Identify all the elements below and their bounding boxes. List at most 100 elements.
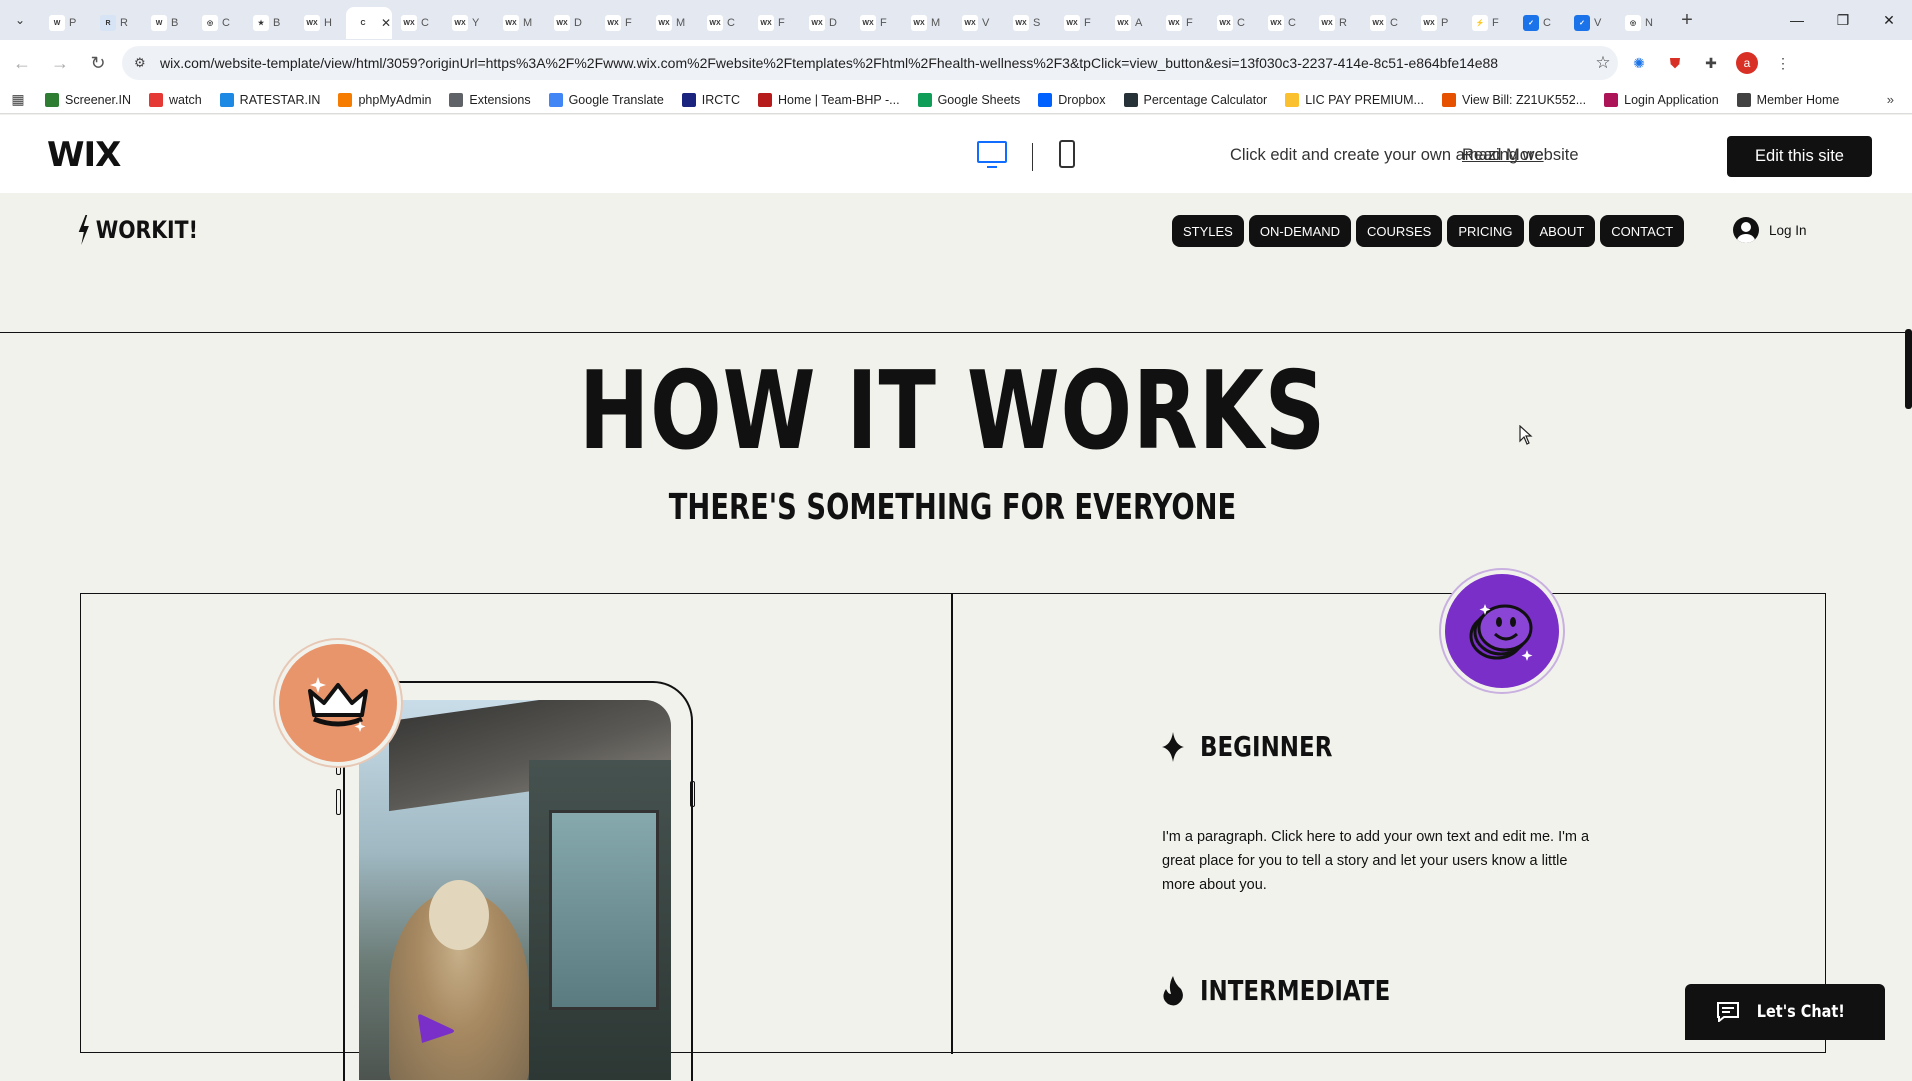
nav-item-pricing[interactable]: PRICING xyxy=(1447,215,1524,247)
browser-tab[interactable]: C ✕ xyxy=(346,7,392,39)
tab-label: F xyxy=(1492,17,1499,29)
bookmark-item[interactable]: Percentage Calculator xyxy=(1115,92,1277,107)
browser-tab[interactable]: WX D xyxy=(545,7,596,39)
bookmark-item[interactable]: Extensions xyxy=(440,92,539,107)
bookmark-favicon-icon xyxy=(449,92,464,107)
bookmark-favicon-icon xyxy=(1285,92,1300,107)
browser-tab[interactable]: WX A xyxy=(1106,7,1157,39)
browser-tab[interactable]: WX F xyxy=(1157,7,1208,39)
address-bar[interactable]: ⚙ wix.com/website-template/view/html/305… xyxy=(122,46,1618,80)
bookmark-item[interactable]: View Bill: Z21UK552... xyxy=(1433,92,1595,107)
minimize-icon[interactable]: — xyxy=(1774,0,1820,40)
video-scene-window xyxy=(549,810,659,1010)
close-window-icon[interactable]: ✕ xyxy=(1866,0,1912,40)
nav-item-contact[interactable]: CONTACT xyxy=(1600,215,1685,247)
bookmark-label: Google Translate xyxy=(568,92,664,107)
site-info-icon[interactable]: ⚙ xyxy=(134,55,150,71)
bookmark-item[interactable]: Screener.IN xyxy=(36,92,140,107)
edit-this-site-button[interactable]: Edit this site xyxy=(1727,136,1872,177)
browser-tab[interactable]: WX P xyxy=(1412,7,1463,39)
browser-tab[interactable]: WX M xyxy=(494,7,545,39)
bookmarks-bar: ▦ Screener.IN watch RATESTAR.IN phpMyAdmin E… xyxy=(0,86,1912,114)
tab-search-icon[interactable]: ⌄ xyxy=(0,0,40,40)
browser-tab[interactable]: WX F xyxy=(596,7,647,39)
play-icon[interactable] xyxy=(418,1013,458,1043)
bookmark-star-icon[interactable]: ☆ xyxy=(1588,53,1618,73)
browser-tab[interactable]: WX C xyxy=(1361,7,1412,39)
close-tab-icon[interactable]: ✕ xyxy=(381,16,391,30)
more-bookmarks-icon[interactable]: » xyxy=(1887,92,1894,107)
browser-tab[interactable]: WX M xyxy=(647,7,698,39)
browser-menu-icon[interactable]: ⋮ xyxy=(1768,48,1798,78)
browser-tab[interactable]: WX C xyxy=(1208,7,1259,39)
bookmark-item[interactable]: Dropbox xyxy=(1029,92,1114,107)
desktop-view-icon[interactable] xyxy=(977,141,1007,168)
bookmark-item[interactable]: LIC PAY PREMIUM... xyxy=(1276,92,1433,107)
url-text[interactable]: wix.com/website-template/view/html/3059?… xyxy=(160,55,1588,71)
nav-item-about[interactable]: ABOUT xyxy=(1528,215,1596,247)
browser-tab[interactable]: ✓ V xyxy=(1565,7,1616,39)
tab-label: F xyxy=(625,17,632,29)
browser-tab[interactable]: WX V xyxy=(953,7,1004,39)
tab-favicon-icon: WX xyxy=(452,15,468,31)
nav-item-on-demand[interactable]: ON-DEMAND xyxy=(1248,215,1352,247)
browser-tab[interactable]: WX H xyxy=(295,7,346,39)
new-tab-button[interactable]: + xyxy=(1671,4,1703,36)
browser-tab[interactable]: WX D xyxy=(800,7,851,39)
browser-tab[interactable]: WX F xyxy=(1055,7,1106,39)
bookmark-item[interactable]: Home | Team-BHP -... xyxy=(749,92,909,107)
browser-tab[interactable]: WP xyxy=(40,7,91,39)
tab-favicon-icon: WX xyxy=(962,15,978,31)
browser-tab[interactable]: ⚡ F xyxy=(1463,7,1514,39)
forward-icon[interactable]: → xyxy=(44,47,76,79)
bookmark-item[interactable]: phpMyAdmin xyxy=(329,92,440,107)
lets-chat-button[interactable]: Let's Chat! xyxy=(1685,984,1885,1040)
bookmark-item[interactable]: Google Translate xyxy=(540,92,673,107)
bookmark-item[interactable]: Member Home xyxy=(1728,92,1849,107)
bookmark-item[interactable]: IRCTC xyxy=(673,92,749,107)
apps-grid-icon[interactable]: ▦ xyxy=(0,91,36,108)
bookmark-item[interactable]: watch xyxy=(140,92,211,107)
browser-tab[interactable]: WX C xyxy=(1259,7,1310,39)
browser-tab[interactable]: ◎ N xyxy=(1616,7,1667,39)
nav-item-courses[interactable]: COURSES xyxy=(1356,215,1443,247)
bookmark-label: Extensions xyxy=(469,92,531,107)
flame-icon xyxy=(1163,975,1183,1005)
restore-icon[interactable]: ❐ xyxy=(1820,0,1866,40)
reload-icon[interactable]: ↻ xyxy=(82,47,114,79)
browser-tab[interactable]: RR xyxy=(91,7,142,39)
browser-tab[interactable]: ✓ C xyxy=(1514,7,1565,39)
extension-globe-icon[interactable]: ✺ xyxy=(1624,48,1654,78)
browser-tab[interactable]: WX S xyxy=(1004,7,1055,39)
extension-shield-icon[interactable]: ⛊ xyxy=(1660,48,1690,78)
browser-tab[interactable]: ★ B xyxy=(244,7,295,39)
page-scrollbar[interactable] xyxy=(1905,329,1912,409)
profile-avatar[interactable]: a xyxy=(1732,48,1762,78)
nav-item-styles[interactable]: STYLES xyxy=(1172,215,1244,247)
mobile-view-icon[interactable] xyxy=(1059,140,1075,168)
bookmark-favicon-icon xyxy=(1038,92,1053,107)
workout-video[interactable] xyxy=(359,700,671,1080)
browser-tab[interactable]: WB xyxy=(142,7,193,39)
browser-tab[interactable]: WX M xyxy=(902,7,953,39)
bookmark-item[interactable]: Google Sheets xyxy=(909,92,1030,107)
site-logo[interactable]: WORKIT! xyxy=(77,215,198,245)
bookmark-item[interactable]: RATESTAR.IN xyxy=(211,92,330,107)
browser-tab[interactable]: WX Y xyxy=(443,7,494,39)
browser-tab[interactable]: WX F xyxy=(749,7,800,39)
read-more-link[interactable]: Read More xyxy=(1462,146,1544,165)
back-icon[interactable]: ← xyxy=(6,47,38,79)
browser-tab[interactable]: WX F xyxy=(851,7,902,39)
tab-label: C xyxy=(1288,17,1296,29)
bookmark-favicon-icon xyxy=(1441,92,1456,107)
extensions-puzzle-icon[interactable]: ✚ xyxy=(1696,48,1726,78)
browser-tab[interactable]: WX R xyxy=(1310,7,1361,39)
bookmark-label: Dropbox xyxy=(1058,92,1106,107)
browser-tab[interactable]: ◎ C xyxy=(193,7,244,39)
login-link[interactable]: Log In xyxy=(1733,217,1807,243)
browser-tab[interactable]: WX C xyxy=(392,7,443,39)
wix-logo[interactable]: WIX xyxy=(47,135,121,175)
browser-tab[interactable]: WX C xyxy=(698,7,749,39)
chat-icon xyxy=(1717,1002,1740,1022)
bookmark-item[interactable]: Login Application xyxy=(1595,92,1728,107)
